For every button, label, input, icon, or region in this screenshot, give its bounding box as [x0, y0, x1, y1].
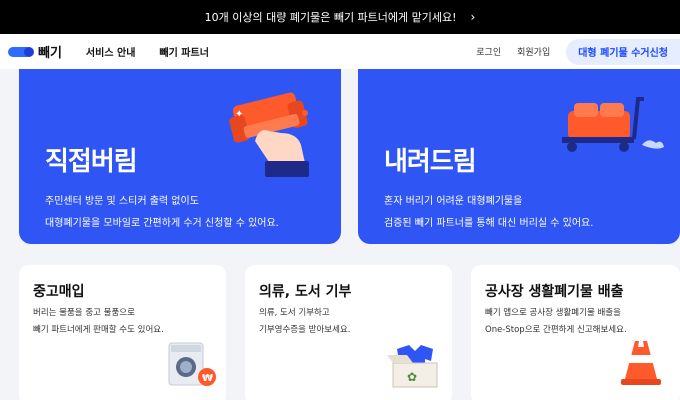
chevron-right-icon: › — [470, 10, 476, 24]
card-title: 직접버림 — [45, 147, 138, 177]
logo-text: 빼기 — [38, 46, 62, 61]
signup-link[interactable]: 회원가입 — [517, 45, 550, 58]
nav-service-info[interactable]: 서비스 안내 — [86, 44, 135, 59]
promo-banner[interactable]: 10개 이상의 대량 폐기물은 빼기 파트너에게 맡기세요! › — [0, 0, 680, 34]
logo-icon — [8, 46, 34, 57]
card-title: 의류, 도서 기부 — [259, 284, 352, 300]
logo[interactable]: 빼기 — [8, 42, 62, 61]
main-nav: 서비스 안내 빼기 파트너 — [86, 44, 233, 59]
card-desc: 주민센터 방문 및 스티커 출력 없이도 대형폐기물을 모바일로 간편하게 수거… — [45, 196, 279, 229]
card-title: 내려드림 — [384, 147, 477, 177]
card-desc: 빼기 앱으로 공사장 생활폐기물 배출을 One-Stop으로 간편하게 신고해… — [485, 308, 627, 335]
svg-text:₩: ₩ — [202, 373, 213, 384]
svg-text:✿: ✿ — [407, 370, 417, 384]
nav-partner[interactable]: 빼기 파트너 — [159, 44, 208, 59]
traffic-cone-icon — [619, 337, 663, 391]
card-desc: 혼자 버리기 어려운 대형폐기물을 검증된 빼기 파트너를 통해 대신 버리실 … — [384, 196, 594, 229]
login-link[interactable]: 로그인 — [476, 45, 501, 58]
card-pickup-service[interactable]: 내려드림 혼자 버리기 어려운 대형폐기물을 검증된 빼기 파트너를 통해 대신… — [358, 69, 680, 244]
sofa-hand-icon: ✦ — [225, 83, 335, 187]
card-title: 공사장 생활폐기물 배출 — [485, 284, 624, 300]
promo-text: 10개 이상의 대량 폐기물은 빼기 파트너에게 맡기세요! — [204, 11, 457, 24]
header-actions: 로그인 회원가입 대형 폐기물 수거신청 — [476, 34, 680, 69]
pickup-request-button[interactable]: 대형 폐기물 수거신청 — [566, 38, 680, 65]
card-title: 중고매입 — [33, 284, 85, 300]
card-donation[interactable]: 의류, 도서 기부 의류, 도서 기부하고 기부영수증을 받아보세요. ✿ — [245, 265, 452, 400]
card-desc: 의류, 도서 기부하고 기부영수증을 받아보세요. — [259, 308, 351, 335]
donation-box-icon: ✿ — [387, 341, 443, 395]
card-construction-waste[interactable]: 공사장 생활폐기물 배출 빼기 앱으로 공사장 생활폐기물 배출을 One-St… — [471, 265, 680, 400]
svg-text:✦: ✦ — [235, 109, 243, 120]
washing-machine-icon: ₩ — [167, 341, 219, 393]
cart-sofa-icon — [554, 95, 664, 165]
card-direct-dispose[interactable]: ✦ 직접버림 주민센터 방문 및 스티커 출력 없이도 대형폐기물을 모바일로 … — [19, 69, 341, 244]
card-used-purchase[interactable]: 중고매입 버리는 물품을 중고 물품으로 빼기 파트너에게 판매할 수도 있어요… — [19, 265, 226, 400]
card-desc: 버리는 물품을 중고 물품으로 빼기 파트너에게 판매할 수도 있어요. — [33, 308, 164, 335]
site-header: 빼기 서비스 안내 빼기 파트너 로그인 회원가입 대형 폐기물 수거신청 — [0, 34, 680, 69]
